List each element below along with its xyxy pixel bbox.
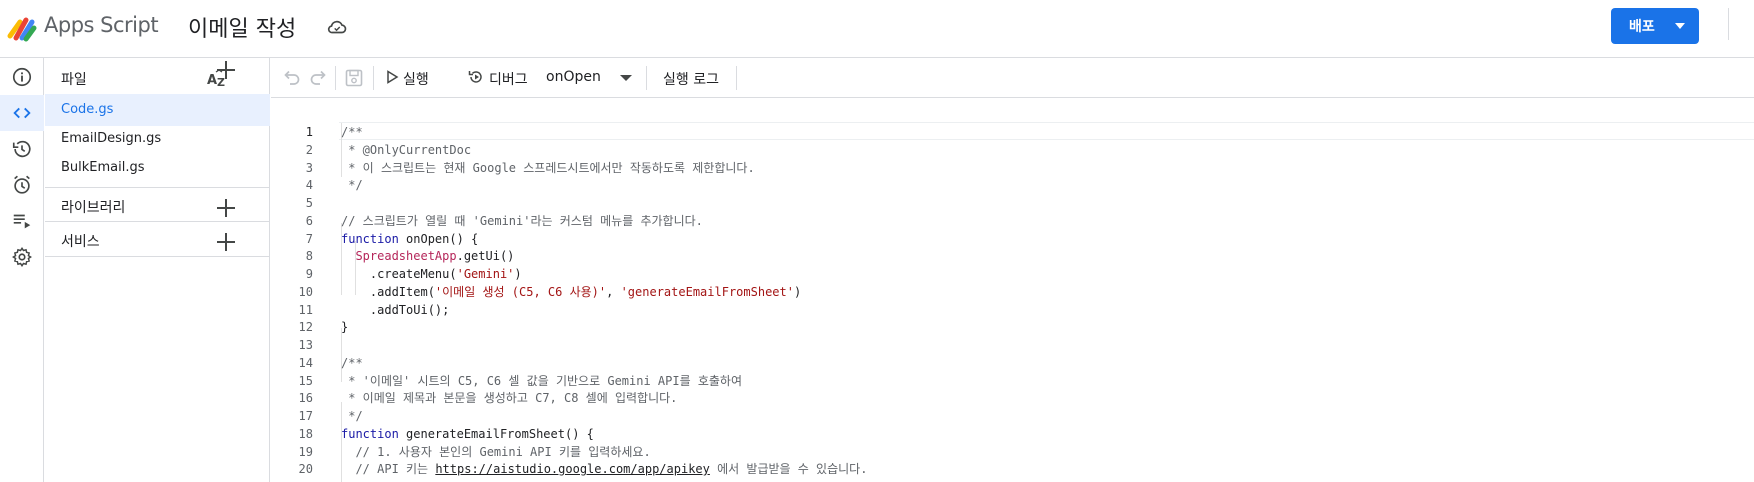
line-number: 5 bbox=[305, 196, 313, 210]
line-number: 18 bbox=[298, 426, 313, 441]
editor-nav-item[interactable] bbox=[0, 95, 44, 131]
code-editor[interactable]: 1 2 3 4 5 6 7 8 9 10 11 12 13 14 15 16 17 18 19 20 /** * @O… bbox=[271, 98, 1754, 482]
deploy-button-label: 배포 bbox=[1629, 19, 1655, 35]
deploy-button[interactable]: 배포 bbox=[1611, 8, 1699, 44]
line-number: 8 bbox=[305, 249, 313, 264]
playlist-play-icon bbox=[13, 214, 31, 229]
history-icon bbox=[12, 140, 31, 158]
add-service-plus-icon[interactable] bbox=[216, 232, 236, 252]
code-line[interactable]: .addToUi(); bbox=[341, 301, 449, 319]
apps-script-logo-icon[interactable] bbox=[6, 12, 38, 44]
code-line[interactable]: * 이 스크립트는 현재 Google 스프레드시트에서만 작동하도록 제한합니… bbox=[341, 159, 754, 177]
code-line[interactable]: // API 키는 https://aistudio.google.com/ap… bbox=[341, 460, 867, 478]
files-section-header: 파일 A Z bbox=[45, 58, 270, 98]
line-number: 6 bbox=[305, 213, 313, 228]
line-number: 16 bbox=[298, 391, 313, 406]
info-icon bbox=[12, 67, 32, 87]
line-number: 12 bbox=[298, 320, 313, 335]
redo-icon[interactable] bbox=[307, 67, 329, 89]
code-line[interactable]: // 1. 사용자 본인의 Gemini API 키를 입력하세요. bbox=[341, 443, 650, 461]
settings-nav-item[interactable] bbox=[0, 239, 44, 275]
line-number: 13 bbox=[298, 338, 313, 352]
file-item-code-gs[interactable]: Code.gs bbox=[45, 94, 270, 126]
code-icon bbox=[13, 107, 31, 119]
header-divider bbox=[1728, 8, 1729, 40]
line-number: 17 bbox=[298, 409, 313, 423]
code-line[interactable]: SpreadsheetApp.getUi() bbox=[341, 247, 514, 265]
line-number: 14 bbox=[298, 355, 313, 370]
code-line[interactable]: * @OnlyCurrentDoc bbox=[341, 141, 471, 159]
code-line[interactable]: /** bbox=[341, 354, 363, 372]
line-number: 2 bbox=[305, 142, 313, 157]
save-icon[interactable] bbox=[343, 67, 365, 89]
cloud-saved-icon bbox=[327, 20, 347, 34]
add-file-plus-icon[interactable] bbox=[216, 60, 236, 80]
files-panel: 파일 A Z Code.gs EmailDesign.gs BulkEmail.… bbox=[45, 58, 270, 482]
files-heading: 파일 bbox=[61, 72, 87, 88]
toolbar-divider bbox=[373, 66, 374, 90]
execution-log-button[interactable]: 실행 로그 bbox=[663, 69, 719, 89]
line-number: 7 bbox=[305, 231, 313, 246]
file-item-bulkemail-gs[interactable]: BulkEmail.gs bbox=[45, 152, 270, 184]
run-label: 실행 bbox=[403, 72, 429, 88]
line-number-gutter: 1 2 3 4 5 6 7 8 9 10 11 12 13 14 15 16 17 18 19 20 bbox=[271, 98, 339, 482]
toolbar-divider bbox=[335, 66, 336, 90]
left-nav-rail bbox=[0, 58, 44, 482]
toolbar-divider bbox=[736, 66, 737, 90]
overview-nav-item[interactable] bbox=[0, 59, 44, 95]
code-line[interactable]: * '이메일' 시트의 C5, C6 셀 값을 기반으로 Gemini API를… bbox=[341, 372, 742, 390]
chevron-down-icon bbox=[1675, 23, 1685, 29]
function-select-value: onOpen bbox=[546, 69, 601, 85]
libraries-heading: 라이브러리 bbox=[61, 200, 126, 216]
executions-nav-item[interactable] bbox=[0, 203, 44, 239]
code-line[interactable]: /** bbox=[341, 123, 363, 141]
code-line[interactable]: * 이메일 제목과 본문을 생성하고 C7, C8 셀에 입력합니다. bbox=[341, 389, 677, 407]
triggers-nav-item[interactable] bbox=[0, 167, 44, 203]
chevron-down-icon bbox=[620, 75, 632, 81]
debug-icon bbox=[468, 71, 482, 83]
code-line[interactable]: */ bbox=[341, 176, 362, 194]
line-number: 9 bbox=[305, 267, 313, 281]
versions-nav-item[interactable] bbox=[0, 131, 44, 167]
app-header: Apps Script 이메일 작성 배포 bbox=[0, 0, 1754, 58]
line-number: 15 bbox=[298, 373, 313, 388]
toolbar-divider bbox=[646, 66, 647, 90]
code-line[interactable]: function onOpen() { bbox=[341, 230, 478, 248]
line-number: 19 bbox=[298, 444, 313, 459]
gear-icon bbox=[12, 246, 32, 268]
divider bbox=[45, 256, 270, 257]
code-line[interactable]: } bbox=[341, 318, 348, 336]
code-line[interactable]: */ bbox=[341, 407, 362, 425]
file-item-emaildesign-gs[interactable]: EmailDesign.gs bbox=[45, 123, 270, 155]
line-number: 11 bbox=[298, 302, 313, 317]
code-line[interactable]: function generateEmailFromSheet() { bbox=[341, 425, 594, 443]
line-number: 3 bbox=[305, 160, 313, 175]
line-number: 1 bbox=[305, 125, 313, 139]
add-library-plus-icon[interactable] bbox=[216, 198, 236, 218]
app-name[interactable]: Apps Script bbox=[44, 13, 159, 37]
editor-toolbar: 실행 디버그 onOpen 실행 로그 bbox=[271, 58, 1754, 98]
line-number: 20 bbox=[298, 462, 313, 477]
services-heading: 서비스 bbox=[61, 234, 100, 250]
undo-icon[interactable] bbox=[281, 67, 303, 89]
alarm-icon bbox=[14, 175, 30, 194]
current-line-highlight bbox=[339, 122, 1754, 140]
code-line[interactable]: .createMenu('Gemini') bbox=[341, 265, 522, 283]
debug-label: 디버그 bbox=[489, 72, 528, 88]
line-number: 10 bbox=[298, 284, 313, 299]
code-line[interactable]: // 스크립트가 열릴 때 'Gemini'라는 커스텀 메뉴를 추가합니다. bbox=[341, 212, 703, 230]
play-icon bbox=[387, 70, 399, 84]
line-number: 4 bbox=[305, 178, 313, 193]
code-line[interactable]: .addItem('이메일 생성 (C5, C6 사용)', 'generate… bbox=[341, 283, 801, 301]
project-title[interactable]: 이메일 작성 bbox=[188, 11, 296, 43]
